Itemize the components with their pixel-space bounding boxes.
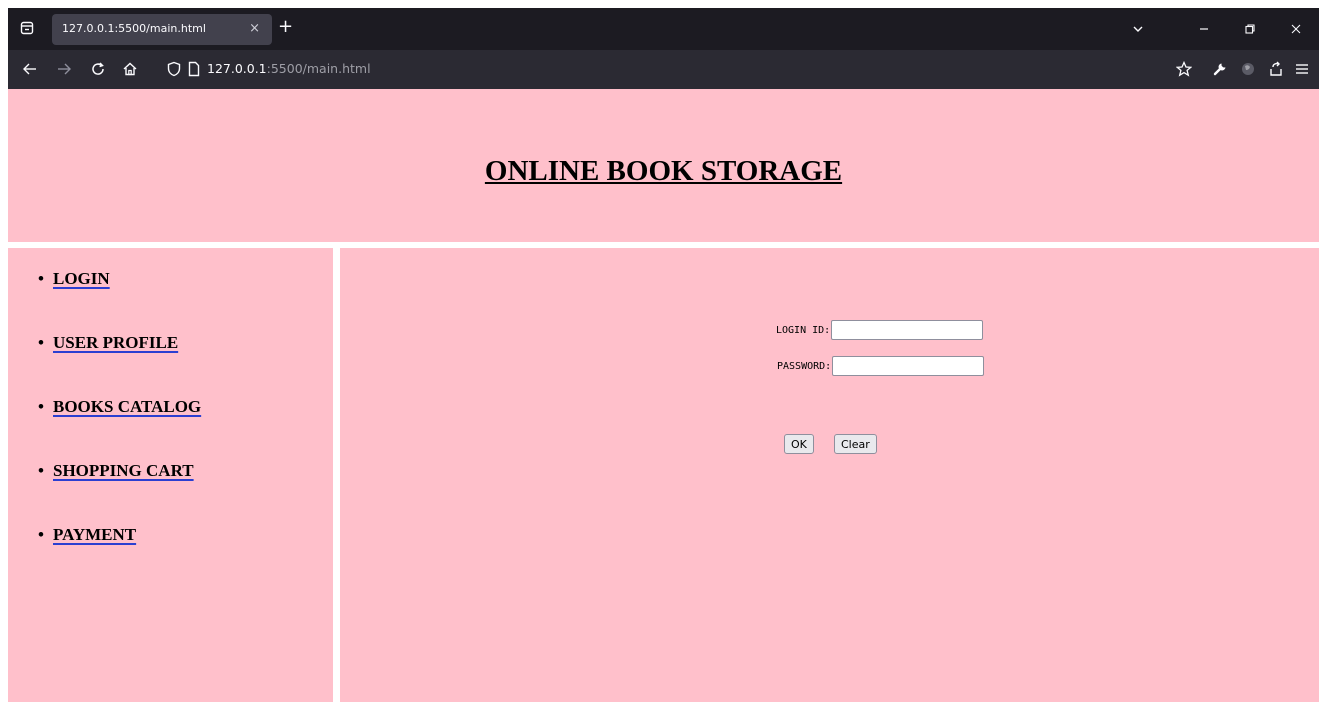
login-link[interactable]: LOGIN — [53, 268, 110, 290]
window-controls — [1115, 8, 1319, 50]
login-id-input[interactable] — [831, 320, 984, 340]
new-tab-icon[interactable]: + — [278, 17, 293, 37]
password-input[interactable] — [832, 356, 985, 376]
page-icon[interactable] — [184, 59, 204, 79]
restore-icon[interactable] — [1227, 8, 1273, 50]
bullet: • — [38, 461, 44, 480]
bullet: • — [38, 525, 44, 544]
menu-icon[interactable] — [1292, 59, 1312, 79]
shield-icon[interactable] — [164, 59, 184, 79]
page-title: ONLINE BOOK STORAGE — [484, 155, 843, 187]
ok-button[interactable]: OK — [784, 434, 814, 454]
password-label: PASSWORD: — [777, 360, 832, 372]
login-id-row: LOGIN ID: — [776, 320, 984, 340]
shopping-cart-link[interactable]: SHOPPING CART — [53, 460, 194, 482]
url-host: 127.0.0.1 — [207, 61, 267, 76]
clear-button[interactable]: Clear — [834, 434, 877, 454]
share-icon[interactable] — [1266, 59, 1286, 79]
main-content: LOGIN ID: PASSWORD: OK Clear — [340, 248, 1319, 702]
tab-list-icon[interactable] — [20, 20, 34, 35]
tab-bar: 127.0.0.1:5500/main.html × + — [8, 8, 1319, 50]
books-catalog-link[interactable]: BOOKS CATALOG — [53, 396, 201, 418]
tab-title: 127.0.0.1:5500/main.html — [62, 22, 206, 35]
sidebar: • LOGIN • USER PROFILE • BOOKS CATALOG •… — [8, 248, 333, 702]
back-icon[interactable] — [20, 59, 40, 79]
tab-close-icon[interactable]: × — [249, 22, 260, 36]
url-bar[interactable]: 127.0.0.1:5500/main.html — [160, 54, 1160, 84]
minimize-icon[interactable] — [1181, 8, 1227, 50]
web-page: ONLINE BOOK STORAGE • LOGIN • USER PROFI… — [8, 89, 1319, 702]
home-icon[interactable] — [120, 59, 140, 79]
bullet: • — [38, 333, 44, 352]
bookmark-star-icon[interactable] — [1174, 59, 1194, 79]
browser-chrome: 127.0.0.1:5500/main.html × + 127.0.0.1:5… — [8, 8, 1319, 89]
wrench-icon[interactable] — [1210, 59, 1230, 79]
forward-icon[interactable] — [54, 59, 74, 79]
page-header: ONLINE BOOK STORAGE — [8, 89, 1319, 242]
bullet: • — [38, 269, 44, 288]
extension-icon[interactable] — [1238, 59, 1258, 79]
reload-icon[interactable] — [88, 59, 108, 79]
payment-link[interactable]: PAYMENT — [53, 524, 136, 546]
close-icon[interactable] — [1273, 8, 1319, 50]
chevron-down-icon[interactable] — [1115, 8, 1161, 50]
bullet: • — [38, 397, 44, 416]
url-path: :5500/main.html — [266, 61, 371, 76]
url-text[interactable]: 127.0.0.1:5500/main.html — [207, 61, 371, 76]
user-profile-link[interactable]: USER PROFILE — [53, 332, 178, 354]
login-id-label: LOGIN ID: — [776, 324, 831, 336]
password-row: PASSWORD: — [777, 356, 985, 376]
navigation-toolbar: 127.0.0.1:5500/main.html — [8, 50, 1319, 89]
browser-tab[interactable]: 127.0.0.1:5500/main.html × — [52, 14, 272, 45]
